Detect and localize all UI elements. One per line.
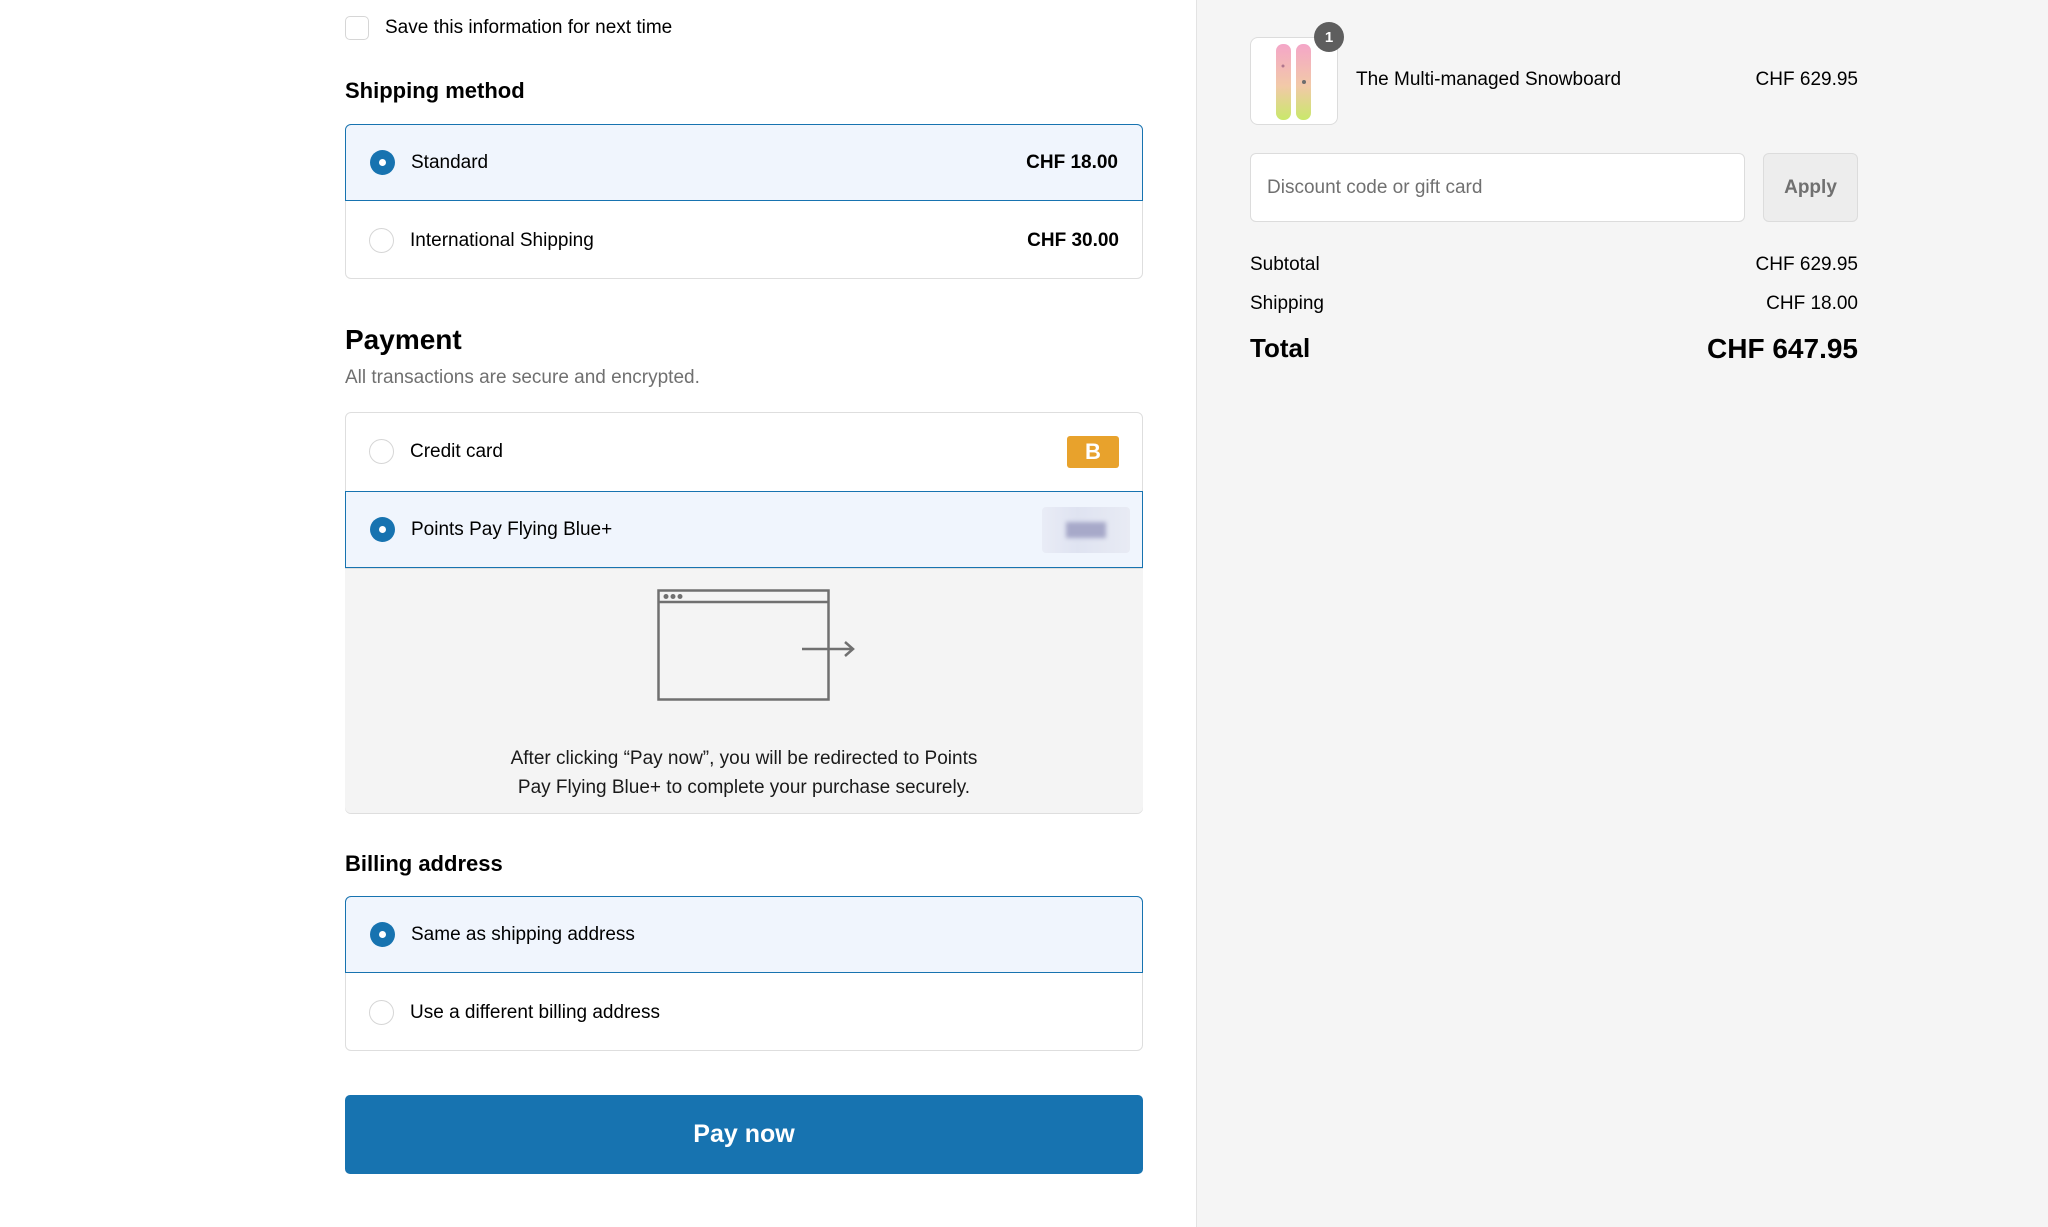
billing-option-label: Same as shipping address xyxy=(411,923,635,945)
shipping-option-international[interactable]: International Shipping CHF 30.00 xyxy=(345,202,1143,279)
save-info-row[interactable]: Save this information for next time xyxy=(345,16,672,40)
subtotal-row: Subtotal CHF 629.95 xyxy=(1250,254,1858,276)
payment-option-label: Points Pay Flying Blue+ xyxy=(411,518,613,540)
payment-subtitle: All transactions are secure and encrypte… xyxy=(345,367,700,388)
points-pay-logo-icon xyxy=(1042,506,1130,553)
shipping-method-title: Shipping method xyxy=(345,78,525,103)
total-value: CHF 647.95 xyxy=(1707,333,1858,364)
radio-selected-icon[interactable] xyxy=(370,517,395,542)
product-price: CHF 629.95 xyxy=(1755,69,1858,90)
redirect-message: After clicking “Pay now”, you will be re… xyxy=(510,748,978,798)
billing-option-label: Use a different billing address xyxy=(410,1001,660,1023)
radio-unselected-icon[interactable] xyxy=(369,1000,394,1025)
radio-unselected-icon[interactable] xyxy=(369,439,394,464)
payment-method-group: Credit card B Points Pay Flying Blue+ Af… xyxy=(345,412,1143,814)
shipping-row: Shipping CHF 18.00 xyxy=(1250,293,1858,315)
subtotal-value: CHF 629.95 xyxy=(1755,254,1858,275)
product-name: The Multi-managed Snowboard xyxy=(1356,69,1622,90)
radio-selected-icon[interactable] xyxy=(370,150,395,175)
redirect-info-panel: After clicking “Pay now”, you will be re… xyxy=(345,568,1143,813)
billing-address-group: Same as shipping address Use a different… xyxy=(345,896,1143,1051)
payment-option-credit-card[interactable]: Credit card B xyxy=(345,413,1143,490)
checkout-main: Save this information for next time Ship… xyxy=(0,0,1196,1227)
shipping-value: CHF 18.00 xyxy=(1766,293,1858,314)
shipping-method-group: Standard CHF 18.00 International Shippin… xyxy=(345,124,1143,279)
radio-selected-icon[interactable] xyxy=(370,922,395,947)
shipping-option-label: International Shipping xyxy=(410,229,594,251)
radio-unselected-icon[interactable] xyxy=(369,228,394,253)
subtotal-label: Subtotal xyxy=(1250,254,1320,275)
apply-discount-button[interactable]: Apply xyxy=(1763,153,1858,222)
total-row: Total CHF 647.95 xyxy=(1250,333,1858,365)
browser-redirect-icon xyxy=(657,589,855,701)
discount-code-input[interactable] xyxy=(1250,153,1745,222)
quantity-badge: 1 xyxy=(1314,22,1344,52)
payment-title: Payment xyxy=(345,324,462,355)
order-summary: 1 The Multi-managed Snowboard CHF 629.95… xyxy=(1196,0,2048,1227)
save-info-label: Save this information for next time xyxy=(385,17,673,38)
payment-option-label: Credit card xyxy=(410,440,503,462)
billing-option-different[interactable]: Use a different billing address xyxy=(345,974,1143,1051)
billing-address-title: Billing address xyxy=(345,851,503,876)
card-brand-icon: B xyxy=(1067,435,1119,468)
checkout-page: Save this information for next time Ship… xyxy=(0,0,2048,1227)
total-label: Total xyxy=(1250,333,1311,363)
save-info-checkbox[interactable] xyxy=(345,16,369,40)
shipping-option-standard[interactable]: Standard CHF 18.00 xyxy=(345,124,1143,201)
shipping-option-label: Standard xyxy=(411,151,489,173)
shipping-label: Shipping xyxy=(1250,293,1324,314)
shipping-option-price: CHF 30.00 xyxy=(1027,229,1119,251)
billing-option-same[interactable]: Same as shipping address xyxy=(345,896,1143,973)
payment-option-points-pay[interactable]: Points Pay Flying Blue+ xyxy=(345,491,1143,568)
shipping-option-price: CHF 18.00 xyxy=(1026,151,1118,173)
pay-now-button[interactable]: Pay now xyxy=(345,1095,1143,1174)
